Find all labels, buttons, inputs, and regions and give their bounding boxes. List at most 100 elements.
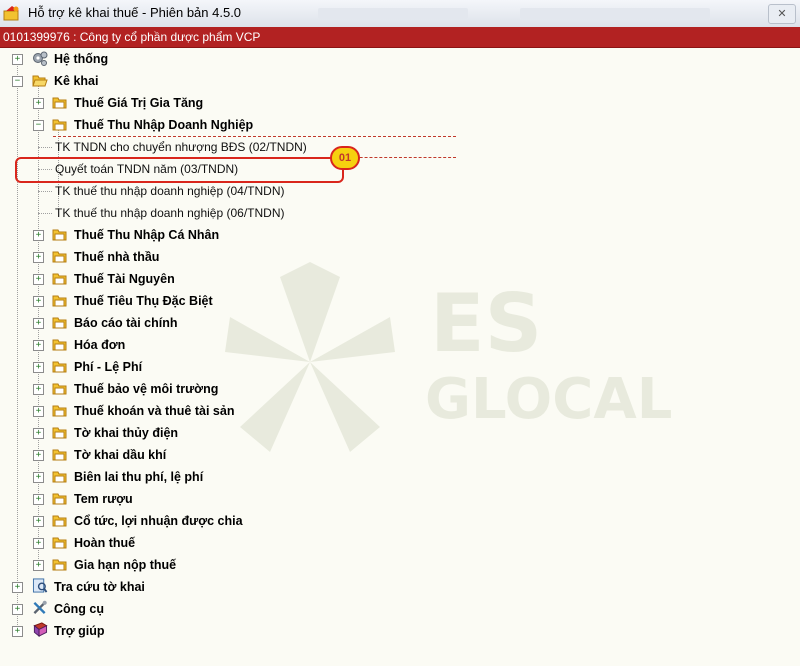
tree-item-tro-giup[interactable]: + Trợ giúp: [0, 621, 200, 641]
tree-label: Thuế Thu Nhập Doanh Nghiệp: [74, 118, 254, 132]
tree-item-ke-khai-child[interactable]: + Thuế Tiêu Thụ Đặc Biệt: [0, 291, 320, 311]
tree-item-ke-khai-child[interactable]: + Tờ khai dầu khí: [0, 445, 320, 465]
folder-icon: [52, 295, 67, 307]
tree-label: Thuế nhà thầu: [74, 250, 160, 264]
folder-icon: [52, 449, 67, 461]
expand-icon[interactable]: +: [33, 516, 44, 527]
tree-item-ke-khai-child[interactable]: + Thuế bảo vệ môi trường: [0, 379, 320, 399]
step-badge: 01: [330, 146, 360, 170]
folder-icon: [52, 559, 67, 571]
folder-icon: [52, 361, 67, 373]
folder-open-icon: [32, 75, 48, 87]
expand-icon[interactable]: +: [33, 340, 44, 351]
expand-icon[interactable]: +: [33, 362, 44, 373]
folder-icon: [52, 339, 67, 351]
tree-label: Tờ khai thủy điện: [74, 426, 179, 440]
tree-item-ke-khai-child[interactable]: + Thuế nhà thầu: [0, 247, 320, 267]
tree-label: Thuế Tài Nguyên: [74, 272, 175, 286]
menu-tree: ES GLOCAL + Hệ thống − Kê khai + Thuế Gi…: [0, 47, 800, 666]
search-document-icon: [32, 578, 48, 593]
folder-icon: [52, 427, 67, 439]
tree-item-ke-khai-child[interactable]: + Biên lai thu phí, lệ phí: [0, 467, 320, 487]
tree-item-ke-khai-child[interactable]: + Phí - Lệ Phí: [0, 357, 320, 377]
tree-label: Thuế bảo vệ môi trường: [74, 382, 219, 396]
tree-label: Kê khai: [54, 74, 99, 88]
tree-item-ke-khai-child[interactable]: + Tờ khai thủy điện: [0, 423, 320, 443]
expand-icon[interactable]: +: [33, 406, 44, 417]
folder-open-icon: [52, 119, 67, 131]
tree-item-ke-khai-child[interactable]: + Thuế Thu Nhập Cá Nhân: [0, 225, 320, 245]
folder-icon: [52, 317, 67, 329]
tree-label: Công cụ: [54, 602, 104, 616]
tree-item-tndn-04[interactable]: TK thuế thu nhập doanh nghiệp (04/TNDN): [0, 181, 400, 201]
folder-icon: [52, 405, 67, 417]
highlight-box: [15, 157, 344, 183]
expand-icon[interactable]: +: [33, 384, 44, 395]
tree-label: TK thuế thu nhập doanh nghiệp (04/TNDN): [55, 184, 285, 198]
tree-label: Báo cáo tài chính: [74, 316, 178, 330]
expand-icon[interactable]: +: [33, 472, 44, 483]
expand-icon[interactable]: +: [33, 98, 44, 109]
tree-label: Hệ thống: [54, 52, 109, 66]
expand-icon[interactable]: +: [12, 604, 23, 615]
expand-icon[interactable]: +: [33, 428, 44, 439]
tree-label: Biên lai thu phí, lệ phí: [74, 470, 204, 484]
expand-icon[interactable]: +: [33, 230, 44, 241]
company-header: 0101399976 : Công ty cổ phần dược phẩm V…: [0, 27, 800, 48]
expand-icon[interactable]: +: [12, 582, 23, 593]
tree-label: Thuế Giá Trị Gia Tăng: [74, 96, 204, 110]
expand-icon[interactable]: +: [12, 54, 23, 65]
collapse-icon[interactable]: −: [33, 120, 44, 131]
gears-icon: [33, 51, 48, 66]
tree-item-ke-khai-child[interactable]: + Thuế Tài Nguyên: [0, 269, 320, 289]
tree-label: Hóa đơn: [74, 338, 126, 352]
tree-item-cong-cu[interactable]: + Công cụ: [0, 599, 200, 619]
folder-icon: [52, 537, 67, 549]
collapse-icon[interactable]: −: [12, 76, 23, 87]
tree-label: Thuế Thu Nhập Cá Nhân: [74, 228, 220, 242]
close-button[interactable]: ✕: [768, 4, 796, 24]
tree-item-tra-cuu[interactable]: + Tra cứu tờ khai: [0, 577, 200, 597]
background-window-tab: [318, 8, 468, 19]
background-window-tab: [520, 8, 710, 19]
tree-label: TK TNDN cho chuyển nhượng BĐS (02/TNDN): [55, 140, 307, 154]
expand-icon[interactable]: +: [33, 252, 44, 263]
folder-icon: [52, 383, 67, 395]
tree-item-ke-khai-child[interactable]: + Gia hạn nộp thuế: [0, 555, 320, 575]
tree-label: Gia hạn nộp thuế: [74, 558, 177, 572]
expand-icon[interactable]: +: [33, 274, 44, 285]
folder-icon: [52, 515, 67, 527]
tree-label: Tờ khai dầu khí: [74, 448, 167, 462]
tree-item-ke-khai[interactable]: − Kê khai: [0, 71, 200, 91]
tree-item-ke-khai-child[interactable]: + Báo cáo tài chính: [0, 313, 320, 333]
tree-item-ke-khai-child[interactable]: + Cổ tức, lợi nhuận được chia: [0, 511, 320, 531]
expand-icon[interactable]: +: [33, 560, 44, 571]
tree-item-gtgt[interactable]: + Thuế Giá Trị Gia Tăng: [0, 93, 300, 113]
expand-icon[interactable]: +: [33, 450, 44, 461]
expand-icon[interactable]: +: [12, 626, 23, 637]
expand-icon[interactable]: +: [33, 296, 44, 307]
expand-icon[interactable]: +: [33, 318, 44, 329]
window-title-bar: Hỗ trợ kê khai thuế - Phiên bản 4.5.0 ✕: [0, 0, 800, 28]
tree-item-tndn-06[interactable]: TK thuế thu nhập doanh nghiệp (06/TNDN): [0, 203, 400, 223]
tree-label: Cổ tức, lợi nhuận được chia: [74, 514, 243, 528]
expand-icon[interactable]: +: [33, 494, 44, 505]
folder-icon: [52, 471, 67, 483]
tree-item-ke-khai-child[interactable]: + Hóa đơn: [0, 335, 320, 355]
tree-label: Phí - Lệ Phí: [74, 360, 143, 374]
tree-label: Thuế khoán và thuê tài sản: [74, 404, 235, 418]
tree-label: Tra cứu tờ khai: [54, 580, 145, 594]
folder-icon: [52, 493, 67, 505]
tree-label: Trợ giúp: [54, 624, 105, 638]
tree-item-he-thong[interactable]: + Hệ thống: [0, 49, 200, 69]
tree-item-ke-khai-child[interactable]: + Hoàn thuế: [0, 533, 320, 553]
tree-item-ke-khai-child[interactable]: + Thuế khoán và thuê tài sản: [0, 401, 320, 421]
tree-label: Thuế Tiêu Thụ Đặc Biệt: [74, 294, 213, 308]
tree-label: Hoàn thuế: [74, 536, 136, 550]
help-book-icon: [33, 622, 48, 637]
tree-item-tndn[interactable]: − Thuế Thu Nhập Doanh Nghiệp: [0, 115, 300, 135]
folder-icon: [52, 97, 67, 109]
tree-item-ke-khai-child[interactable]: + Tem rượu: [0, 489, 320, 509]
expand-icon[interactable]: +: [33, 538, 44, 549]
folder-icon: [52, 251, 67, 263]
